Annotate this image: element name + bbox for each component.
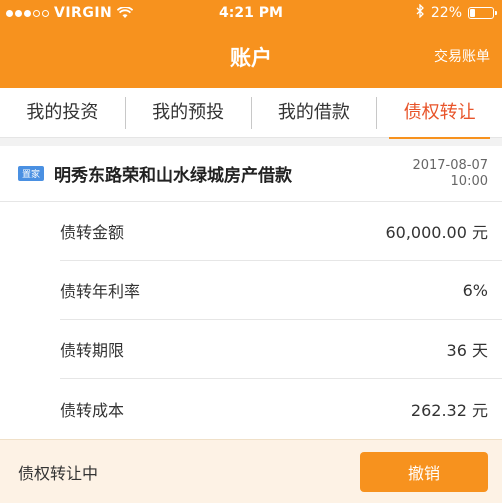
loan-name: 明秀东路荣和山水绿城房产借款: [54, 166, 293, 186]
bluetooth-icon: [416, 3, 425, 22]
battery-fill: [470, 9, 475, 17]
loan-card: 置家 明秀东路荣和山水绿城房产借款 2017-08-07 10:00 债转金额 …: [0, 146, 502, 438]
detail-label: 债转期限: [60, 341, 125, 360]
detail-value: 60,000.00 元: [385, 223, 488, 242]
loan-date: 2017-08-07: [412, 157, 488, 173]
signal-icon: [6, 9, 49, 17]
tab-debt-transfer[interactable]: 债权转让: [376, 96, 502, 139]
action-bar: 债权转让中 撤销: [0, 439, 502, 503]
transfer-status: 债权转让中: [18, 463, 99, 483]
loan-tag-badge: 置家: [18, 166, 45, 181]
status-left: VIRGIN: [6, 5, 134, 21]
detail-label: 债转金额: [60, 223, 125, 242]
nav-bar: 账户 交易账单: [0, 26, 502, 88]
detail-value: 36 天: [446, 341, 488, 360]
detail-row-rate: 债转年利率 6%: [60, 261, 502, 320]
page-title: 账户: [230, 46, 272, 70]
transaction-bill-link[interactable]: 交易账单: [434, 46, 490, 66]
segment-tabs: 我的投资 我的预投 我的借款 债权转让: [0, 88, 502, 139]
detail-row-cost: 债转成本 262.32 元: [60, 379, 502, 438]
tab-my-loans[interactable]: 我的借款: [250, 96, 377, 129]
battery-icon: [468, 7, 497, 19]
status-right: 22%: [416, 3, 497, 22]
cancel-button[interactable]: 撤销: [360, 451, 488, 492]
loan-time: 10:00: [450, 173, 488, 189]
detail-value: 262.32 元: [410, 400, 488, 420]
carrier-name: VIRGIN: [54, 5, 113, 21]
header: VIRGIN 4:21 PM 22% 账户 交易账单: [0, 0, 502, 88]
detail-row-amount: 债转金额 60,000.00 元: [60, 202, 502, 261]
tab-my-investments[interactable]: 我的投资: [0, 97, 125, 129]
battery-percent: 22%: [430, 5, 462, 21]
screen: VIRGIN 4:21 PM 22% 账户 交易账单 我的投资 我的预投 我的借…: [0, 0, 502, 503]
detail-row-term: 债转期限 36 天: [60, 320, 502, 379]
wifi-icon: [117, 7, 134, 19]
tab-my-pre-investments[interactable]: 我的预投: [124, 96, 251, 129]
detail-label: 债转年利率: [60, 282, 141, 301]
loan-datetime: 2017-08-07 10:00: [412, 158, 488, 190]
loan-card-header: 置家 明秀东路荣和山水绿城房产借款 2017-08-07 10:00: [0, 146, 502, 202]
detail-label: 债转成本: [60, 400, 125, 420]
detail-value: 6%: [462, 280, 488, 300]
status-bar: VIRGIN 4:21 PM 22%: [0, 0, 502, 26]
detail-list: 债转金额 60,000.00 元 债转年利率 6% 债转期限 36 天 债转成本…: [0, 202, 502, 438]
section-gap: [0, 138, 502, 146]
